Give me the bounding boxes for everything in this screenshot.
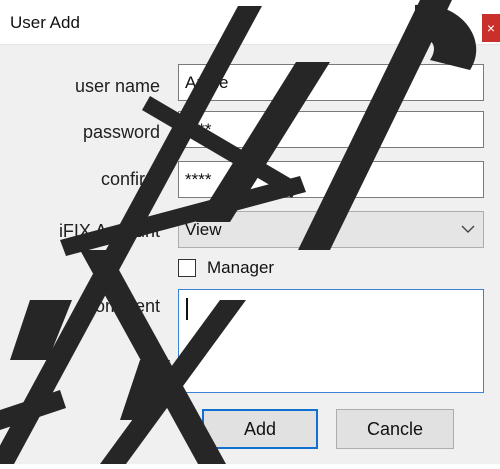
add-button[interactable]: Add [202,409,318,449]
cancel-button[interactable]: Cancle [336,409,454,449]
user-add-dialog: User Add × user name Annie password ****… [0,0,500,464]
account-select[interactable]: View [178,211,484,248]
confirm-label: confirm [100,169,160,189]
username-label: user name [74,76,160,96]
manager-checkbox-label[interactable]: Manager [207,258,274,278]
comment-label: comment [85,296,160,316]
account-selected-value: View [185,220,222,239]
title-bar[interactable]: User Add × [0,0,500,45]
chevron-down-icon [461,225,475,233]
comment-textarea[interactable] [178,289,484,393]
manager-checkbox[interactable] [178,259,196,277]
window-title: User Add [10,13,80,32]
close-button[interactable]: × [482,14,500,42]
username-input[interactable]: Annie [178,64,484,101]
password-label: password [82,122,160,142]
account-label: iFIX Account [58,221,160,241]
text-caret [186,298,188,320]
password-input[interactable]: **** [178,111,484,148]
confirm-password-input[interactable]: **** [178,161,484,198]
